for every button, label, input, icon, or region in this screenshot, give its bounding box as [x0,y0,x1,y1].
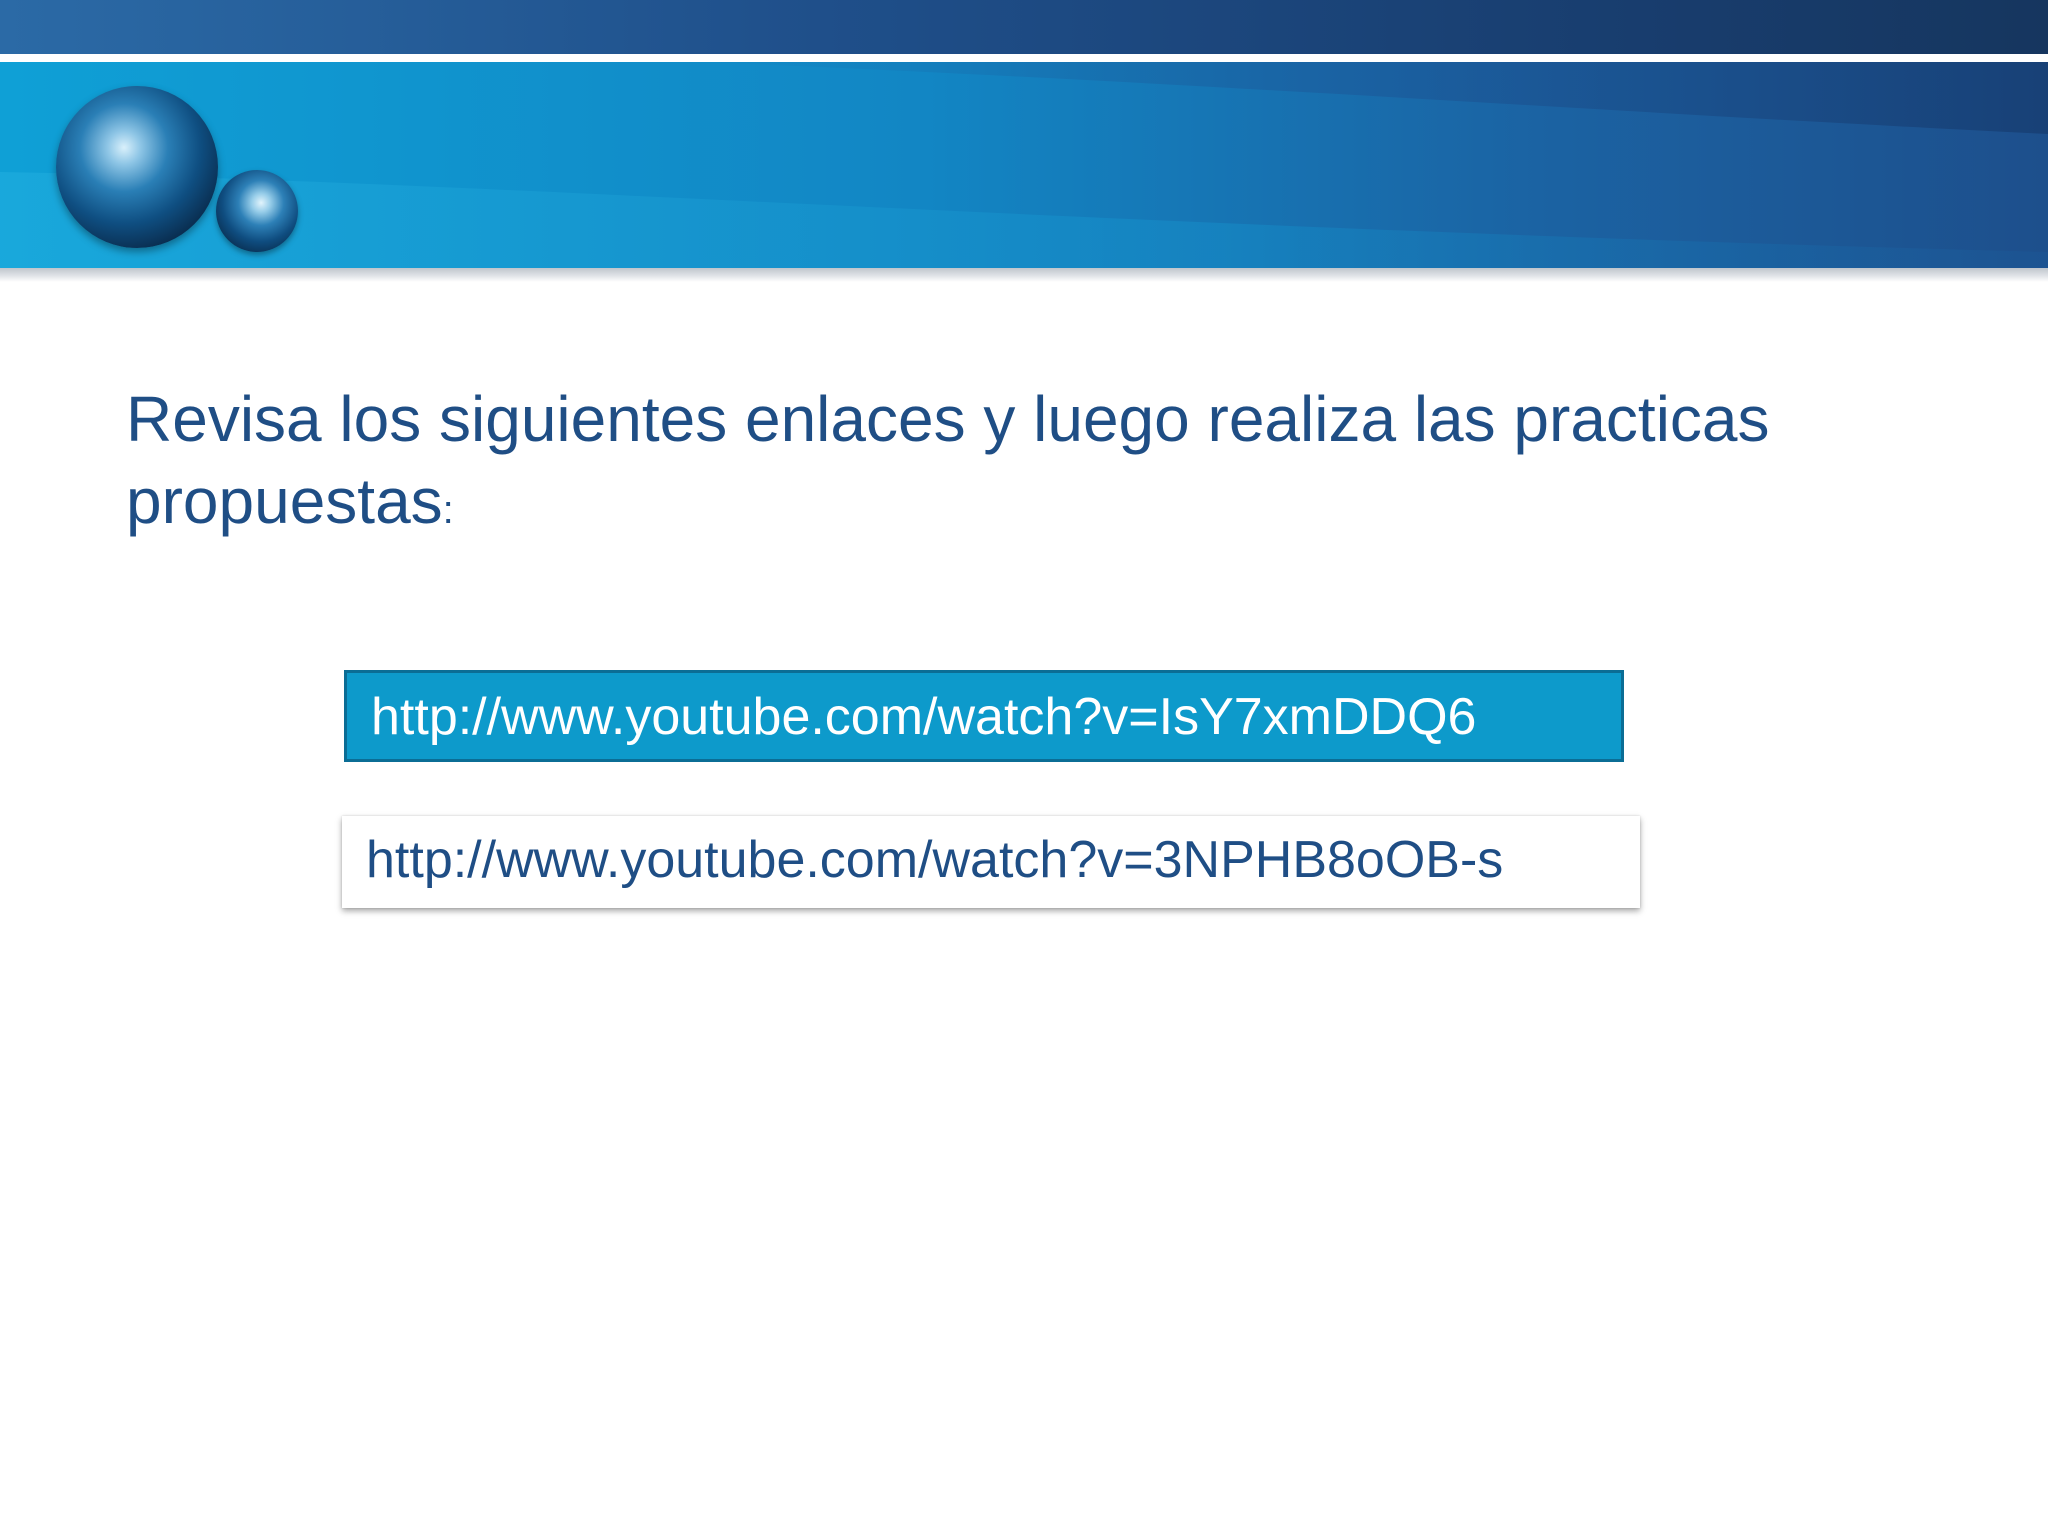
small-orb-decoration [216,170,298,252]
banner-swoosh-graphic [0,62,2048,268]
heading-colon: : [442,488,454,532]
banner-underline [0,268,2048,282]
top-header-bar [0,0,2048,54]
youtube-link-1[interactable]: http://www.youtube.com/watch?v=IsY7xmDDQ… [344,670,1624,762]
header-divider [0,54,2048,62]
slide-heading: Revisa los siguientes enlaces y luego re… [126,378,1946,551]
large-orb-decoration [56,86,218,248]
header-banner [0,62,2048,268]
youtube-link-2[interactable]: http://www.youtube.com/watch?v=3NPHB8oOB… [342,816,1640,908]
heading-text: Revisa los siguientes enlaces y luego re… [126,383,1770,537]
